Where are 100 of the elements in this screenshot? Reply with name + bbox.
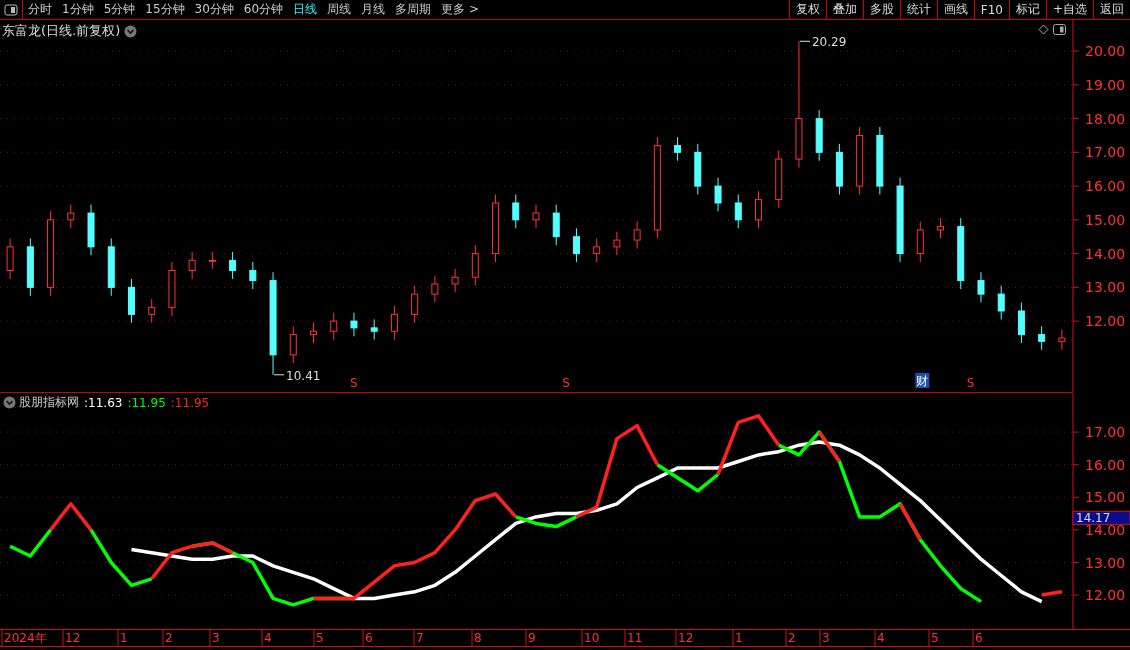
candlestick [937,217,945,239]
candlestick [876,126,884,195]
axis-label: 13.00 [1085,554,1126,571]
candlestick [835,143,843,195]
candlestick [188,251,196,280]
period-tab[interactable]: 5分钟 [98,0,141,19]
candlestick [411,285,419,324]
time-label: 10 [584,631,600,645]
period-tab[interactable]: 30分钟 [189,0,239,19]
candlestick [977,271,985,304]
time-label: 2 [165,631,173,645]
axis-label: 13.00 [1085,279,1126,296]
candlestick [916,221,924,263]
candlestick [694,143,702,195]
axis-label: 16.00 [1085,456,1126,473]
time-label: 6 [365,631,373,645]
chevron-down-icon[interactable] [124,24,138,38]
time-label: 1 [120,631,128,645]
period-tab[interactable]: 更多 > [436,0,484,19]
candlestick [168,261,176,317]
indicator-value: :11.95 [170,395,210,410]
candlestick [775,150,783,209]
time-label: 5 [316,631,324,645]
time-label: 6 [975,631,983,645]
candlestick [208,251,216,270]
candlestick [6,237,14,280]
axis-label: 17.00 [1085,424,1126,441]
axis-label: 17.00 [1085,144,1126,161]
time-label: 8 [474,631,482,645]
candlestick [633,221,641,250]
time-label: 4 [264,631,272,645]
candlestick [512,194,520,229]
candlestick [755,190,762,229]
signal-marker: S [966,376,975,390]
period-tab[interactable]: 1分钟 [57,0,99,19]
candlestick [127,278,135,324]
candlestick [289,325,297,364]
chevron-down-icon[interactable] [3,396,16,409]
axis-label: 15.00 [1085,489,1126,506]
period-tab[interactable]: 分时 [23,0,57,19]
time-label: 7 [416,631,424,645]
candlestick [572,227,580,263]
candlestick [26,237,34,297]
panel-toggle-icon[interactable] [4,3,18,16]
candlestick [229,251,237,280]
stock-title: 东富龙(日线.前复权) [2,22,121,40]
candlestick [330,312,338,341]
candlestick [532,204,540,229]
time-label: 4 [877,631,885,645]
candlestick [471,244,479,287]
period-tab[interactable]: 15分钟 [140,0,190,19]
time-label: 2 [788,631,796,645]
indicator-value: :11.63 [84,395,123,410]
candlestick [390,305,398,341]
axis-label: 12.00 [1085,587,1126,604]
signal-marker: S [349,376,358,390]
candlestick [492,194,500,263]
time-label: 5 [931,631,939,645]
time-label: 3 [822,631,830,645]
indicator-name: 股朋指标网 [19,394,79,411]
finance-badge[interactable]: 财 [915,373,930,388]
time-label: 12 [65,631,81,645]
indicator-value: :11.95 [127,395,166,410]
candlestick [107,237,115,297]
candlestick [67,204,75,229]
axis-label: 18.00 [1085,110,1126,127]
time-label: 12 [678,631,694,645]
candlestick [613,231,621,256]
axis-label: 12.00 [1085,313,1126,330]
candlestick [87,204,95,256]
leader-line [273,374,285,376]
candlestick [249,261,257,290]
price-annotation: 10.41 [286,368,321,383]
time-label: 2024年 [4,631,47,645]
period-tab[interactable]: 日线 [288,0,323,19]
period-tab[interactable]: 多周期 [390,0,437,19]
candlestick [451,268,459,293]
axis-label: 16.00 [1085,178,1126,195]
period-tab[interactable]: 周线 [322,0,357,19]
panel-toggle-icon[interactable] [1053,24,1066,35]
candlestick [714,177,722,212]
candlestick [856,126,864,195]
candlestick [310,322,317,344]
axis-label: 19.00 [1085,76,1126,93]
candlestick [815,109,823,162]
time-label: 11 [627,631,643,645]
time-label: 3 [212,631,220,645]
axis-label: 20.00 [1085,43,1126,60]
period-tab[interactable]: 60分钟 [238,0,289,19]
candlestick [734,194,742,229]
axis-label: 14.00 [1085,245,1126,262]
candlestick [350,312,358,337]
candlestick [1017,302,1025,344]
candlestick [552,204,560,246]
period-tab[interactable]: 月线 [356,0,391,19]
candlestick [1038,325,1046,351]
price-annotation: 20.29 [811,35,847,50]
diamond-icon[interactable] [1038,24,1049,35]
current-value-tag: 14.17 [1072,510,1130,526]
candlestick [431,275,439,304]
